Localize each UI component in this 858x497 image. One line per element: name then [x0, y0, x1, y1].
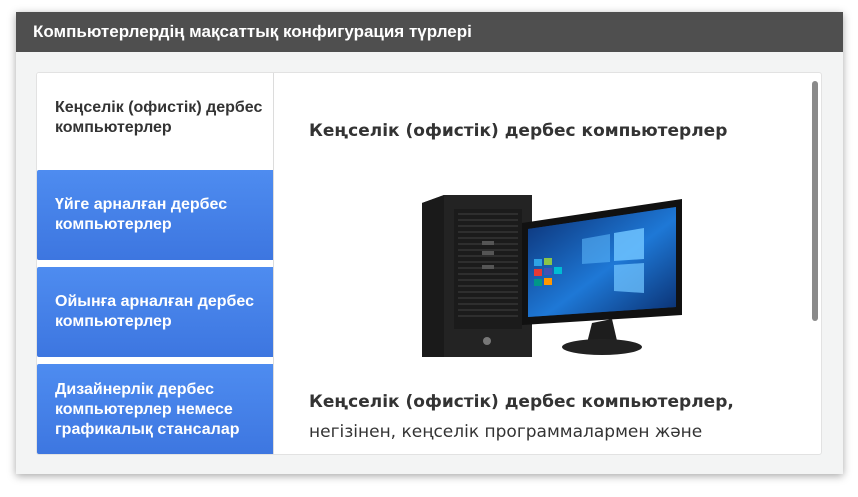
tab-label: Ойынға арналған дербес компьютерлер — [55, 293, 254, 330]
tab-list: Кеңселік (офистік) дербес компьютерлер Ү… — [37, 73, 273, 454]
tab-label: Дизайнерлік дербес компьютерлер немесе г… — [55, 381, 240, 438]
tab-home-pc[interactable]: Үйге арналған дербес компьютерлер — [37, 170, 273, 260]
tab-content: Кеңселік (офистік) дербес компьютерлер К… — [274, 73, 821, 454]
widget-title: Компьютерлердің мақсаттық конфигурация т… — [16, 12, 843, 52]
tab-gaming-pc[interactable]: Ойынға арналған дербес компьютерлер — [37, 267, 273, 357]
content-title: Кеңселік (офистік) дербес компьютерлер — [309, 121, 728, 141]
tab-office-pc[interactable]: Кеңселік (офистік) дербес компьютерлер — [37, 73, 273, 163]
tab-panel: Кеңселік (офистік) дербес компьютерлер Ү… — [36, 72, 822, 455]
config-types-widget: Компьютерлердің мақсаттық конфигурация т… — [16, 12, 843, 474]
tab-label: Үйге арналған дербес компьютерлер — [55, 196, 228, 233]
tab-label: Кеңселік (офистік) дербес компьютерлер — [55, 99, 263, 136]
content-scrollbar[interactable] — [812, 81, 818, 321]
office-computer-image — [414, 181, 684, 361]
tab-designer-pc[interactable]: Дизайнерлік дербес компьютерлер немесе г… — [37, 364, 273, 454]
content-text-bold: Кеңселік (офистік) дербес компьютерлер, — [309, 392, 734, 412]
content-paragraph: Кеңселік (офистік) дербес компьютерлер, … — [309, 387, 799, 454]
content-text-rest: негізінен, кеңселік программалармен және… — [309, 422, 703, 454]
